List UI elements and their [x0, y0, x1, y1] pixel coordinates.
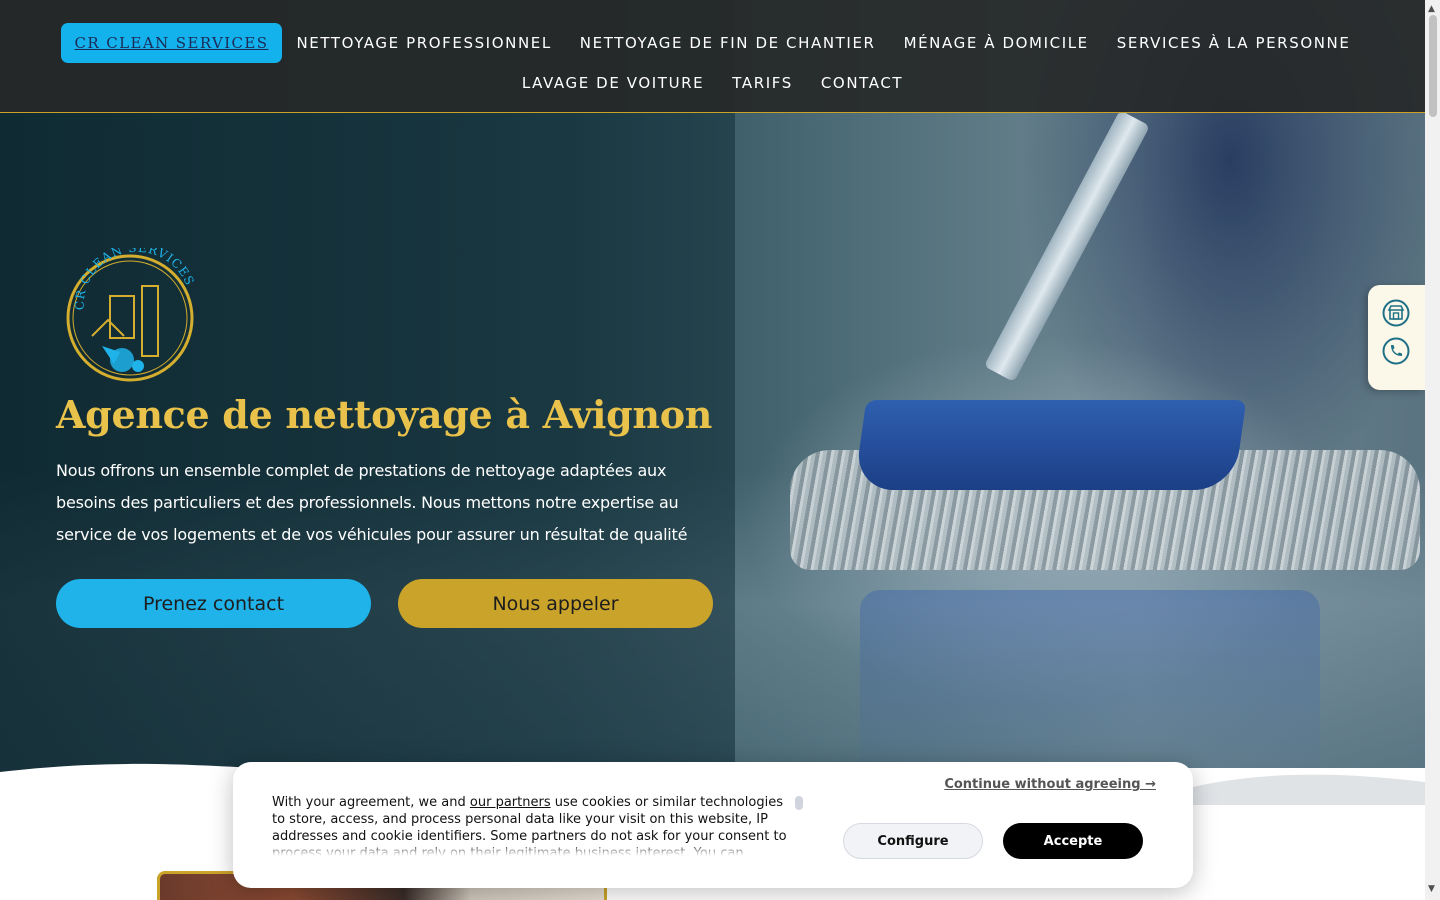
nav-item-services-a-la-personne[interactable]: Services à la personne: [1103, 23, 1365, 63]
cookie-text-intro: With your agreement, we and: [272, 795, 470, 810]
floating-contact-bar: [1368, 285, 1425, 390]
nav-item-fin-de-chantier[interactable]: Nettoyage de fin de chantier: [566, 23, 890, 63]
cookie-text-fade: [272, 842, 797, 856]
scrollbar-thumb[interactable]: [1429, 15, 1437, 117]
nav-item-lavage-de-voiture[interactable]: Lavage de voiture: [508, 63, 718, 103]
cookie-consent-banner: Continue without agreeing → With your ag…: [233, 762, 1193, 888]
hero-description: Nous offrons un ensemble complet de pres…: [56, 461, 688, 544]
cookie-text-scrollbar[interactable]: [795, 796, 803, 810]
contact-button[interactable]: Prenez contact: [56, 579, 371, 628]
mop-handle: [983, 110, 1151, 383]
call-button[interactable]: Nous appeler: [398, 579, 713, 628]
nav-item-contact[interactable]: Contact: [807, 63, 917, 103]
nav-item-tarifs[interactable]: Tarifs: [718, 63, 807, 103]
store-icon[interactable]: [1382, 299, 1410, 327]
accept-button[interactable]: Accepte: [1003, 823, 1143, 859]
nav-item-menage-a-domicile[interactable]: Ménage à domicile: [890, 23, 1103, 63]
scroll-down-arrow-icon[interactable]: ▼: [1428, 884, 1435, 894]
hero-title: Agence de nettoyage à Avignon: [56, 392, 713, 437]
continue-without-agreeing-link[interactable]: Continue without agreeing →: [944, 777, 1156, 792]
phone-icon[interactable]: [1382, 337, 1410, 365]
configure-button[interactable]: Configure: [843, 823, 983, 859]
mop-head: [853, 400, 1247, 490]
nav-row-primary: CR Clean Services Nettoyage professionne…: [0, 23, 1425, 63]
nav-brand-link[interactable]: CR Clean Services: [60, 23, 283, 63]
nav-item-nettoyage-professionnel[interactable]: Nettoyage professionnel: [282, 23, 565, 63]
top-navigation: CR Clean Services Nettoyage professionne…: [0, 0, 1425, 113]
nav-row-secondary: Lavage de voiture Tarifs Contact: [0, 63, 1425, 103]
scroll-up-arrow-icon[interactable]: ▲: [1428, 4, 1435, 14]
page-scrollbar[interactable]: ▲ ▼: [1425, 0, 1440, 900]
company-logo: CR CLEAN SERVICES: [66, 248, 196, 382]
our-partners-link[interactable]: our partners: [470, 795, 551, 810]
